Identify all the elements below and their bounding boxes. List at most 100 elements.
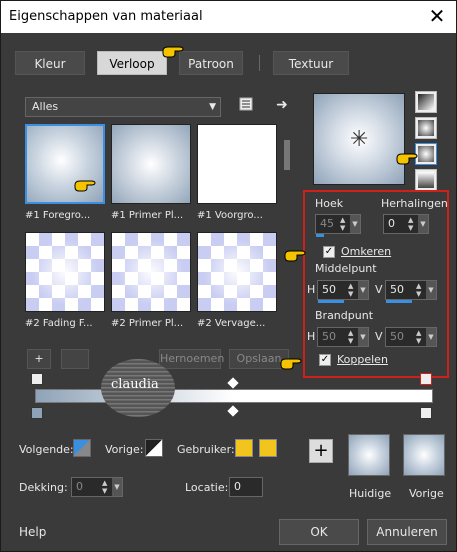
chevron-down-icon[interactable]: ▼	[358, 328, 368, 346]
opacity-label: Dekking:	[19, 481, 68, 494]
center-v-spinbox[interactable]: 50 ▲ ▼ ▼	[385, 280, 437, 303]
center-v-value: 50	[390, 283, 404, 296]
center-h-slider[interactable]	[318, 300, 344, 303]
tab-verloop[interactable]: Verloop	[97, 51, 167, 75]
library-item-caption: #1 Foregro...	[25, 210, 91, 221]
chevron-down-icon[interactable]: ▼	[426, 281, 436, 299]
angle-spinbox[interactable]: 45 ▲ ▼ ▼	[315, 214, 361, 237]
rename-button[interactable]: Hernoemen	[159, 349, 224, 369]
library-item-caption: #1 Primer Pl...	[111, 210, 184, 221]
focus-v-spinbox[interactable]: 50 ▲ ▼ ▼	[385, 327, 437, 347]
user-color-swatch[interactable]	[259, 439, 277, 457]
color-stop-marker[interactable]	[420, 407, 432, 419]
help-link[interactable]: Help	[19, 525, 46, 539]
linear-style-button[interactable]	[415, 91, 437, 113]
foreground-stop-icon[interactable]	[73, 439, 91, 457]
tab-kleur[interactable]: Kleur	[15, 51, 85, 75]
tab-textuur[interactable]: Textuur	[273, 51, 349, 75]
invert-checkbox[interactable]: ✓	[323, 246, 335, 258]
spin-arrows-icon[interactable]: ▲ ▼	[348, 329, 358, 345]
background-stop-icon[interactable]	[145, 439, 163, 457]
opacity-spinbox[interactable]: 0 ▲ ▼ ▼	[71, 477, 123, 497]
spin-arrows-icon[interactable]: ▲ ▼	[102, 479, 112, 495]
user-color-swatch[interactable]	[235, 439, 253, 457]
gradient-editor-bar[interactable]	[35, 389, 433, 403]
focus-v-label: V	[375, 330, 383, 343]
delete-button[interactable]	[61, 349, 89, 369]
previous-swatch-label: Vorige	[409, 487, 444, 500]
ok-button[interactable]: OK	[279, 519, 359, 545]
previous-swatch[interactable]	[403, 434, 445, 476]
center-h-label: H	[307, 283, 316, 296]
center-v-label: V	[375, 283, 383, 296]
add-to-library-button[interactable]: +	[27, 349, 51, 369]
radial-style-button[interactable]	[415, 169, 437, 191]
pointing-hand-icon	[284, 250, 306, 262]
library-item-caption: #2 Fading F...	[25, 318, 93, 329]
gradient-thumbnail	[111, 124, 191, 204]
spin-arrows-icon[interactable]: ▲ ▼	[348, 282, 358, 298]
gradient-thumbnail	[25, 232, 105, 312]
current-swatch-label: Huidige	[349, 487, 392, 500]
color-stop-marker[interactable]	[31, 407, 43, 419]
library-item[interactable]: #1 Voorgro...	[197, 124, 277, 224]
scrollbar-thumb[interactable]	[284, 140, 290, 170]
window-title: Eigenschappen van materiaal	[9, 9, 203, 24]
location-field[interactable]: 0	[229, 477, 263, 497]
opacity-stop-marker[interactable]	[31, 373, 43, 385]
gradient-preview[interactable]: ✳	[313, 93, 405, 185]
library-item[interactable]: #1 Foregro...	[25, 124, 105, 224]
tab-patroon[interactable]: Patroon	[179, 51, 243, 75]
category-dropdown-value: Alles	[32, 100, 59, 113]
center-h-value: 50	[322, 283, 336, 296]
color-midpoint-marker[interactable]	[227, 405, 239, 417]
category-dropdown[interactable]: Alles ▼	[25, 97, 221, 117]
arrow-right-icon[interactable]: ➜	[273, 96, 291, 114]
location-value: 0	[234, 480, 241, 493]
pointing-hand-icon	[162, 46, 184, 58]
focus-v-value: 50	[390, 330, 404, 343]
library-item[interactable]: #2 Fading F...	[25, 232, 105, 332]
gradient-thumbnail	[197, 232, 277, 312]
add-swatch-button[interactable]: +	[309, 439, 333, 463]
library-item-caption: #1 Voorgro...	[197, 210, 263, 221]
chevron-down-icon[interactable]: ▼	[112, 478, 122, 496]
library-item[interactable]: #2 Vervage...	[197, 232, 277, 332]
gradient-settings-panel: Hoek Herhalingen 45 ▲ ▼ ▼ 0 ▲ ▼ ▼ ✓ Omkere…	[303, 190, 449, 378]
chevron-down-icon[interactable]: ▼	[358, 281, 368, 299]
opacity-stop-marker[interactable]	[420, 373, 432, 385]
angle-slider[interactable]	[316, 234, 324, 237]
current-swatch[interactable]	[348, 434, 390, 476]
opacity-midpoint-marker[interactable]	[227, 377, 239, 389]
spin-arrows-icon[interactable]: ▲ ▼	[340, 216, 350, 232]
pointing-hand-icon	[396, 153, 418, 165]
spin-arrows-icon[interactable]: ▲ ▼	[416, 282, 426, 298]
cancel-button[interactable]: Annuleren	[367, 519, 447, 545]
library-item[interactable]: #1 Primer Pl...	[111, 124, 191, 224]
spin-arrows-icon[interactable]: ▲ ▼	[408, 216, 418, 232]
library-item[interactable]: #2 Primer Pl...	[111, 232, 191, 332]
title-bar: Eigenschappen van materiaal ✕	[1, 1, 456, 33]
rectangular-style-button[interactable]	[415, 117, 437, 139]
angle-label: Hoek	[315, 197, 344, 210]
invert-label: Omkeren	[341, 245, 392, 258]
tab-separator	[259, 55, 260, 71]
list-view-icon[interactable]	[237, 97, 255, 115]
focus-label: Brandpunt	[315, 309, 374, 322]
link-checkbox[interactable]: ✓	[319, 354, 331, 366]
center-h-spinbox[interactable]: 50 ▲ ▼ ▼	[317, 280, 369, 303]
angle-value: 45	[320, 217, 334, 230]
location-label: Locatie:	[185, 481, 229, 494]
close-icon[interactable]: ✕	[426, 5, 448, 27]
library-scrollbar[interactable]	[282, 124, 292, 344]
chevron-down-icon[interactable]: ▼	[426, 328, 436, 346]
spin-arrows-icon[interactable]: ▲ ▼	[416, 329, 426, 345]
focus-h-spinbox[interactable]: 50 ▲ ▼ ▼	[317, 327, 369, 347]
center-label: Middelpunt	[315, 262, 377, 275]
repeats-value: 0	[388, 217, 395, 230]
previous-label: Vorige:	[105, 443, 144, 456]
chevron-down-icon[interactable]: ▼	[350, 215, 360, 233]
repeats-spinbox[interactable]: 0 ▲ ▼ ▼	[383, 214, 429, 234]
chevron-down-icon[interactable]: ▼	[418, 215, 428, 233]
center-v-slider[interactable]	[386, 300, 412, 303]
